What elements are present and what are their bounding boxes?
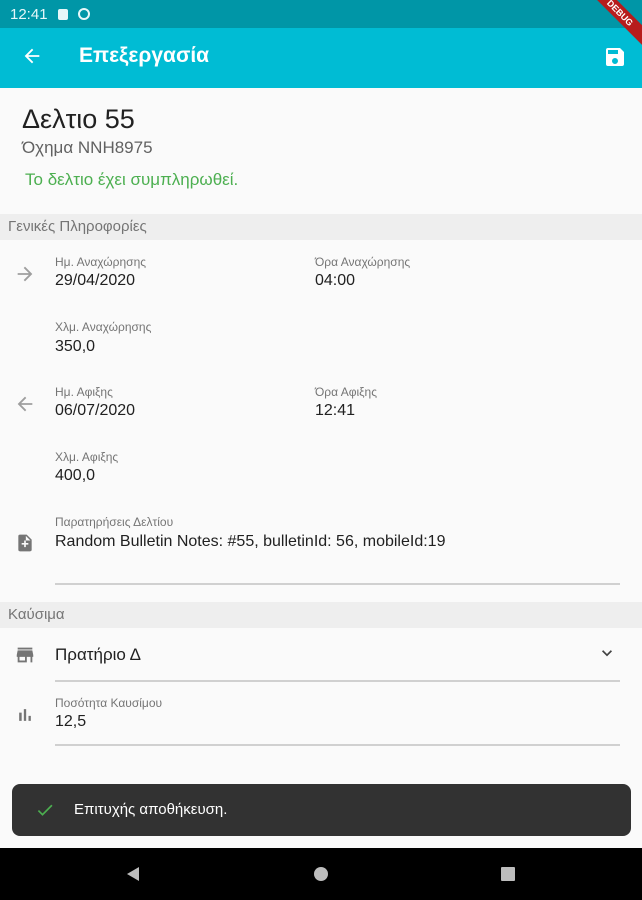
notes-label: Παρατηρήσεις Δελτίου [55, 515, 174, 529]
notes-field[interactable]: Random Bulletin Notes: #55, bulletinId: … [55, 533, 445, 551]
nav-recents-button[interactable] [496, 862, 520, 886]
note-add-icon [13, 531, 37, 555]
arrow-back-icon [13, 392, 37, 416]
data-saver-icon [77, 8, 90, 20]
arrival-date-label: Ημ. Αφιξης [55, 385, 113, 399]
back-button[interactable] [18, 42, 46, 70]
departure-time-label: Όρα Αναχώρησης [315, 255, 411, 269]
circle-home-icon [314, 867, 328, 881]
square-recents-icon [501, 867, 515, 881]
quantity-underline [55, 744, 620, 746]
departure-time-value[interactable]: 04:00 [315, 272, 355, 290]
bar-chart-icon [13, 703, 37, 727]
section-header-general: Γενικές Πληροφορίες [0, 214, 642, 240]
departure-date-value[interactable]: 29/04/2020 [55, 272, 135, 290]
arrival-time-value[interactable]: 12:41 [315, 402, 355, 420]
fuel-quantity-input[interactable]: 12,5 [55, 713, 86, 731]
system-nav-bar [0, 848, 642, 900]
store-icon [13, 643, 37, 667]
status-message: Το δελτιο έχει συμπληρωθεί. [25, 170, 239, 189]
fuel-station-select[interactable]: Πρατήριο Δ [55, 645, 141, 665]
departure-date-label: Ημ. Αναχώρησης [55, 255, 147, 269]
arrival-km-label: Χλμ. Αφιξης [55, 450, 119, 464]
triangle-back-icon [127, 867, 139, 881]
departure-km-value[interactable]: 350,0 [55, 338, 95, 356]
status-time: 12:41 [10, 5, 48, 23]
arrival-km-value[interactable]: 400,0 [55, 467, 95, 485]
section-header-fuel: Καύσιμα [0, 602, 642, 628]
bulletin-title: Δελτιο 55 [22, 104, 135, 134]
app-bar: Επεξεργασία [0, 28, 642, 88]
snackbar-message: Επιτυχής αποθήκευση. [74, 801, 228, 818]
arrival-time-label: Όρα Αφιξης [315, 385, 378, 399]
check-icon [34, 799, 56, 821]
arrival-date-value[interactable]: 06/07/2020 [55, 402, 135, 420]
snackbar: Επιτυχής αποθήκευση. [12, 784, 631, 836]
page-title: Επεξεργασία [79, 44, 210, 67]
vehicle-label: Όχημα ΝΝΗ8975 [22, 138, 153, 157]
chevron-down-icon[interactable] [596, 642, 618, 664]
status-bar: 12:41 [0, 0, 642, 28]
nav-home-button[interactable] [309, 862, 333, 886]
arrow-back-icon [24, 48, 40, 64]
notes-underline [55, 583, 620, 585]
sd-card-icon [57, 8, 68, 20]
departure-km-label: Χλμ. Αναχώρησης [55, 320, 152, 334]
nav-back-button[interactable] [121, 862, 145, 886]
station-underline [55, 680, 620, 682]
arrow-forward-icon [13, 262, 37, 286]
save-button[interactable] [602, 44, 628, 70]
fuel-quantity-label: Ποσότητα Καυσίμου [55, 696, 163, 710]
bulletin-header: Δελτιο 55 Όχημα ΝΝΗ8975 Το δελτιο έχει σ… [0, 88, 642, 214]
save-icon [606, 48, 624, 66]
